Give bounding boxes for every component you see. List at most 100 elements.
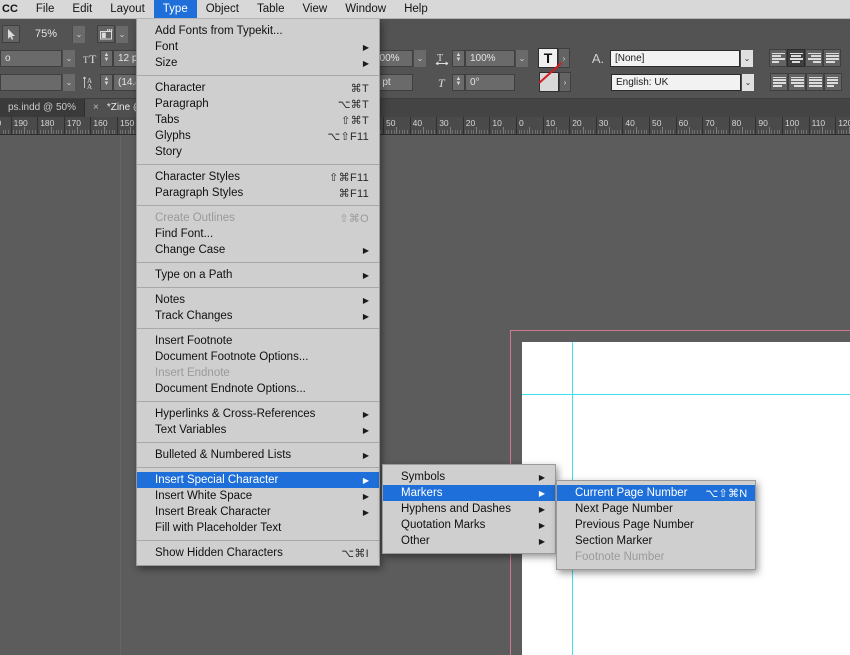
stroke-swatch-expand-icon[interactable]: ›	[559, 72, 571, 92]
align-toward-spine-button[interactable]	[824, 73, 842, 91]
type-menu-item-insert-white-space[interactable]: Insert White Space ▶	[137, 488, 379, 504]
paragraph-style-dropdown-icon[interactable]: ⌄	[740, 49, 753, 67]
justify-last-center-button[interactable]	[770, 73, 788, 91]
horizontal-guide[interactable]	[522, 394, 850, 395]
menubar-item-type[interactable]: Type	[153, 0, 197, 18]
menubar-item-view[interactable]: View	[293, 0, 336, 18]
type-menu-item-add-fonts-from-typekit[interactable]: Add Fonts from Typekit...	[137, 23, 379, 39]
isc-item-markers[interactable]: Markers ▶	[383, 485, 555, 501]
align-center-button[interactable]	[787, 49, 805, 67]
ruler-label: 10	[545, 118, 556, 128]
type-menu-item-font[interactable]: Font ▶	[137, 39, 379, 55]
type-menu-item-insert-break-character[interactable]: Insert Break Character ▶	[137, 504, 379, 520]
close-icon[interactable]: ×	[93, 102, 99, 113]
type-menu-item-character[interactable]: Character ⌘T	[137, 80, 379, 96]
document-tab[interactable]: ps.indd @ 50%	[0, 98, 85, 117]
type-menu-item-type-on-a-path[interactable]: Type on a Path ▶	[137, 267, 379, 283]
type-menu-item-find-font[interactable]: Find Font...	[137, 226, 379, 242]
isc-item-quotation-marks[interactable]: Quotation Marks ▶	[383, 517, 555, 533]
menu-item-label: Character Styles	[155, 171, 241, 183]
skew-stepper[interactable]: ▲ ▼	[452, 73, 465, 91]
isc-item-other[interactable]: Other ▶	[383, 533, 555, 549]
menubar-item-object[interactable]: Object	[197, 0, 248, 18]
type-menu-dropdown[interactable]: Add Fonts from Typekit... Font ▶ Size ▶ Chara…	[136, 18, 380, 566]
zoom-level-value[interactable]: 75%	[20, 28, 72, 40]
selection-tool-button[interactable]	[2, 25, 20, 43]
menubar-item-label: CC	[2, 3, 18, 15]
leading-stepper[interactable]: ▲ ▼	[100, 73, 113, 91]
markers-item-next-page-number[interactable]: Next Page Number	[557, 501, 755, 517]
menubar-item-table[interactable]: Table	[248, 0, 294, 18]
menubar-item-cc[interactable]: CC	[0, 0, 27, 18]
font-size-stepper[interactable]: ▲ ▼	[100, 49, 113, 67]
markers-item-current-page-number[interactable]: Current Page Number ⌥⇧⌘N	[557, 485, 755, 501]
language-dropdown-icon[interactable]: ⌄	[741, 73, 754, 91]
type-menu-item-paragraph-styles[interactable]: Paragraph Styles ⌘F11	[137, 185, 379, 201]
language-input[interactable]: English: UK	[611, 73, 741, 91]
align-right-button[interactable]	[805, 49, 823, 67]
horizontal-ruler[interactable]: 2001901801701601501401301201101009080706…	[0, 117, 850, 135]
type-menu-item-hyperlinks-cross-references[interactable]: Hyperlinks & Cross-References ▶	[137, 406, 379, 422]
type-menu-item-show-hidden-characters[interactable]: Show Hidden Characters ⌥⌘I	[137, 545, 379, 561]
menubar-item-layout[interactable]: Layout	[101, 0, 154, 18]
document-tab-bar: ps.indd @ 50% × *Zine @ 75	[0, 98, 850, 117]
isc-item-hyphens-and-dashes[interactable]: Hyphens and Dashes ▶	[383, 501, 555, 517]
menubar-item-help[interactable]: Help	[395, 0, 437, 18]
ruler-minor-tick	[550, 130, 552, 134]
menubar-item-window[interactable]: Window	[336, 0, 395, 18]
fill-color-swatch[interactable]: T	[538, 48, 558, 68]
type-menu-item-notes[interactable]: Notes ▶	[137, 292, 379, 308]
type-menu-item-insert-special-character[interactable]: Insert Special Character ▶	[137, 472, 379, 488]
frame-fitting-dropdown-icon[interactable]: ⌄	[115, 25, 128, 43]
markers-item-section-marker[interactable]: Section Marker	[557, 533, 755, 549]
align-left-button[interactable]	[769, 49, 787, 67]
paragraph-style-input[interactable]: [None]	[610, 49, 740, 67]
stroke-color-swatch-none[interactable]	[539, 72, 559, 92]
type-menu-item-paragraph[interactable]: Paragraph ⌥⌘T	[137, 96, 379, 112]
font-family-dropdown-icon[interactable]: ⌄	[62, 49, 75, 67]
zoom-dropdown-icon[interactable]: ⌄	[72, 25, 85, 43]
ruler-minor-tick	[18, 130, 20, 134]
font-family-input[interactable]: o	[0, 49, 62, 67]
horizontal-scale-dropdown-icon[interactable]: ⌄	[413, 49, 426, 67]
type-menu-item-text-variables[interactable]: Text Variables ▶	[137, 422, 379, 438]
type-menu-item-glyphs[interactable]: Glyphs ⌥⇧F11	[137, 128, 379, 144]
vertical-scale-stepper[interactable]: ▲ ▼	[452, 49, 465, 67]
justify-last-right-button[interactable]	[788, 73, 806, 91]
type-menu-item-story[interactable]: Story	[137, 144, 379, 160]
menubar-item-edit[interactable]: Edit	[63, 0, 101, 18]
skew-input[interactable]: 0°	[465, 73, 515, 91]
justify-all-button[interactable]	[806, 73, 824, 91]
type-menu-item-character-styles[interactable]: Character Styles ⇧⌘F11	[137, 169, 379, 185]
vertical-scale-dropdown-icon[interactable]: ⌄	[515, 49, 528, 67]
type-menu-item-document-footnote-options[interactable]: Document Footnote Options...	[137, 349, 379, 365]
type-menu-item-size[interactable]: Size ▶	[137, 55, 379, 71]
type-menu-item-tabs[interactable]: Tabs ⇧⌘T	[137, 112, 379, 128]
menu-item-shortcut: ⌥⌘I	[341, 547, 369, 560]
control-panel: 75% ⌄ ⌄ o ⌄ T T ▲ ▼ 12 pt 100% ⌄ T ▲ ▼ 1…	[0, 18, 850, 99]
type-menu-item-document-endnote-options[interactable]: Document Endnote Options...	[137, 381, 379, 397]
font-style-dropdown-icon[interactable]: ⌄	[62, 73, 75, 91]
type-menu-item-bulleted-numbered-lists[interactable]: Bulleted & Numbered Lists ▶	[137, 447, 379, 463]
type-menu-item-insert-footnote[interactable]: Insert Footnote	[137, 333, 379, 349]
submenu-arrow-icon: ▶	[538, 488, 545, 498]
type-menu-item-change-case[interactable]: Change Case ▶	[137, 242, 379, 258]
ruler-minor-tick	[537, 130, 539, 134]
type-menu-item-track-changes[interactable]: Track Changes ▶	[137, 308, 379, 324]
vertical-scale-input[interactable]: 100%	[465, 49, 515, 67]
ruler-minor-tick	[388, 130, 390, 134]
type-menu-item-fill-with-placeholder-text[interactable]: Fill with Placeholder Text	[137, 520, 379, 536]
document-canvas[interactable]	[0, 134, 850, 655]
ruler-minor-tick	[42, 130, 44, 134]
markers-item-previous-page-number[interactable]: Previous Page Number	[557, 517, 755, 533]
markers-submenu[interactable]: Current Page Number ⌥⇧⌘N Next Page Number P…	[556, 480, 756, 570]
frame-fitting-icon[interactable]	[97, 25, 115, 43]
isc-item-symbols[interactable]: Symbols ▶	[383, 469, 555, 485]
justify-last-left-button[interactable]	[823, 49, 841, 67]
ruler-minor-tick	[430, 130, 432, 134]
ruler-minor-tick	[428, 130, 430, 134]
menubar-item-file[interactable]: File	[27, 0, 64, 18]
ruler-minor-tick	[720, 130, 722, 134]
font-style-input[interactable]	[0, 73, 62, 91]
insert-special-character-submenu[interactable]: Symbols ▶ Markers ▶ Hyphens and Dashes ▶ Quota…	[382, 464, 556, 554]
